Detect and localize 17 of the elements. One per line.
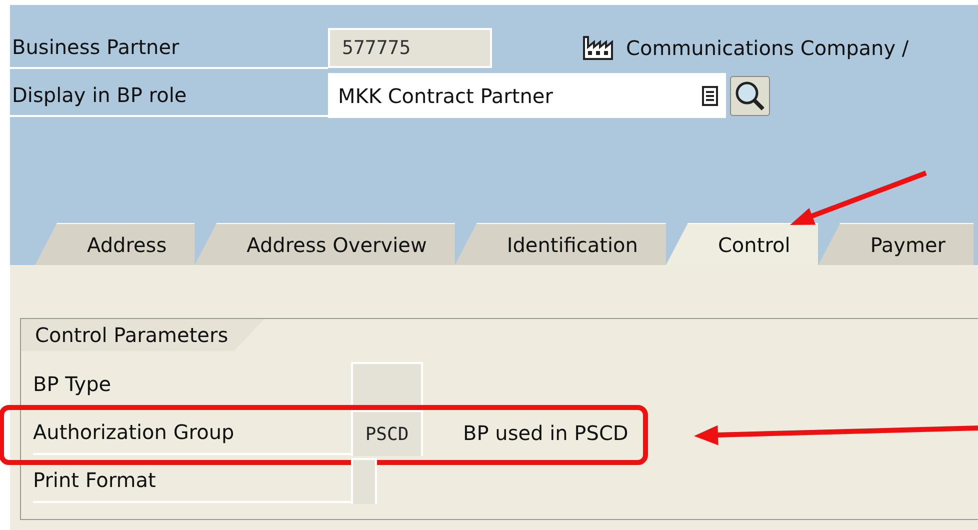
search-button[interactable] bbox=[730, 76, 770, 116]
tab[interactable]: Address bbox=[35, 223, 195, 265]
factory-icon bbox=[582, 34, 616, 60]
tab[interactable]: Identification bbox=[454, 223, 666, 265]
field-description: BP used in PSCD bbox=[463, 421, 628, 445]
business-partner-field[interactable]: 577775 bbox=[328, 28, 492, 68]
magnifier-icon bbox=[734, 80, 766, 112]
document-icon bbox=[702, 86, 718, 106]
tab[interactable]: Paymer bbox=[818, 223, 974, 265]
tab[interactable]: Control bbox=[666, 223, 818, 265]
partner-name: Communications Company / bbox=[626, 36, 909, 60]
group-title: Control Parameters bbox=[21, 319, 264, 351]
role-dropdown[interactable]: MKK Contract Partner bbox=[328, 73, 726, 118]
input-field[interactable]: PSCD bbox=[351, 410, 423, 456]
tab[interactable]: Address Overview bbox=[194, 223, 455, 265]
input-field[interactable] bbox=[351, 362, 423, 408]
input-field[interactable] bbox=[351, 458, 377, 504]
